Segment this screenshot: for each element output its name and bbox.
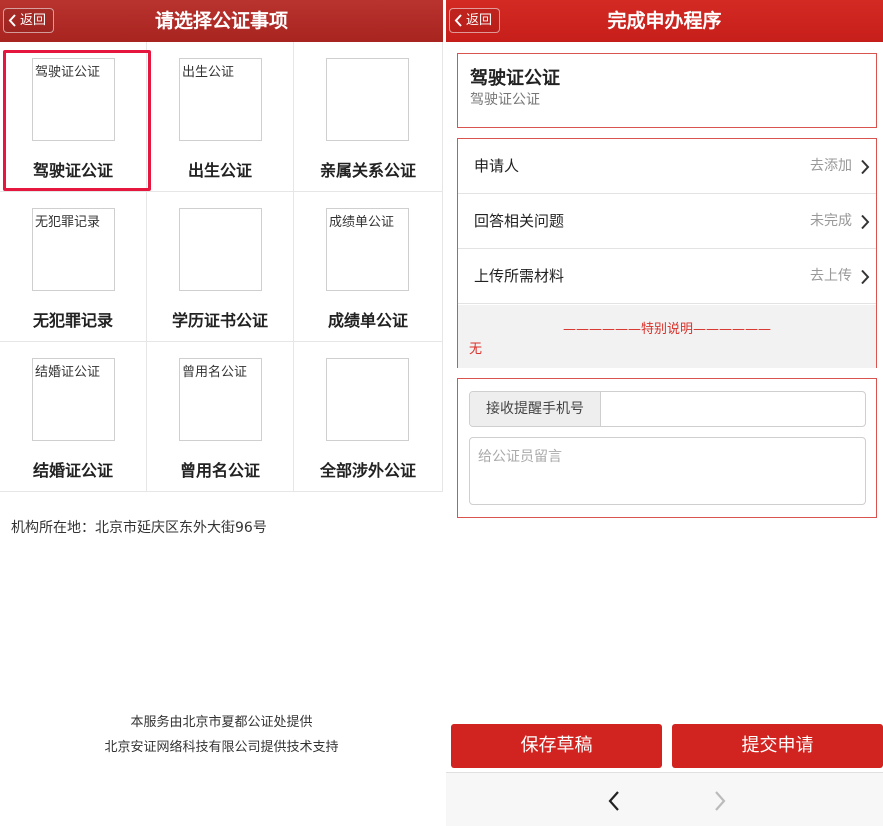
application-steps: 申请人 去添加 回答相关问题 未完成 上传所需材料 去上传 ——————特别说明… [457,138,877,368]
chevron-left-icon[interactable] [601,787,629,815]
step-status: 未完成 [810,213,852,229]
save-draft-button[interactable]: 保存草稿 [451,724,662,768]
step-label: 上传所需材料 [474,267,565,285]
submit-application-button[interactable]: 提交申请 [672,724,883,768]
item-label: 学历证书公证 [171,311,268,330]
phone-input[interactable] [602,392,865,426]
message-to-notary-input[interactable] [469,437,866,505]
item-thumbnail [179,208,262,291]
thumbnail-text: 出生公证 [182,65,235,80]
step-row-applicant[interactable]: 申请人 去添加 [458,139,876,194]
item-thumbnail: 无犯罪记录 [32,208,115,291]
thumbnail-text: 结婚证公证 [35,365,101,380]
step-status: 去上传 [810,268,852,284]
thumbnail-text: 无犯罪记录 [35,215,101,230]
application-process-screen: 返回 完成申办程序 驾驶证公证 驾驶证公证 申请人 去添加 回答相关问题 未完成… [446,0,883,826]
item-label: 出生公证 [187,161,252,180]
selected-item-title: 驾驶证公证 [470,68,560,89]
step-row-upload-materials[interactable]: 上传所需材料 去上传 [458,249,876,304]
grid-item-birth[interactable]: 出生公证 出生公证 [147,42,294,192]
item-label: 无犯罪记录 [32,311,113,330]
step-row-questions[interactable]: 回答相关问题 未完成 [458,194,876,249]
contact-section: 接收提醒手机号 [457,378,877,518]
notice-header: ——————特别说明—————— [562,322,771,337]
special-notice: ——————特别说明—————— 无 [458,305,876,368]
selected-item-subtitle: 驾驶证公证 [470,92,540,108]
grid-item-marriage[interactable]: 结婚证公证 结婚证公证 [0,342,147,492]
office-address: 机构所在地：北京市延庆区东外大街96号 [11,520,267,536]
chevron-right-icon[interactable] [705,787,733,815]
thumbnail-text: 驾驶证公证 [35,65,101,80]
step-label: 回答相关问题 [474,212,565,230]
chevron-right-icon [861,159,870,175]
chevron-right-icon [861,214,870,230]
page-title: 完成申办程序 [607,10,722,32]
notary-item-picker-screen: 返回 请选择公证事项 驾驶证公证 驾驶证公证 出生公证 出生公证 亲属关系公证 … [0,0,443,826]
item-thumbnail [326,358,409,441]
item-label: 亲属关系公证 [319,161,416,180]
grid-item-transcript[interactable]: 成绩单公证 成绩单公证 [294,192,443,342]
grid-item-former-name[interactable]: 曾用名公证 曾用名公证 [147,342,294,492]
top-bar: 返回 请选择公证事项 [0,0,443,42]
footer-tech-support: 北京安证网络科技有限公司提供技术支持 [104,740,339,755]
notice-body: 无 [469,342,483,357]
phone-label: 接收提醒手机号 [470,392,601,426]
item-label: 驾驶证公证 [32,161,113,180]
item-thumbnail [326,58,409,141]
selected-item-card: 驾驶证公证 驾驶证公证 [457,53,877,128]
top-bar: 返回 完成申办程序 [446,0,883,42]
chevron-right-icon [861,269,870,285]
item-label: 曾用名公证 [179,461,260,480]
notary-item-grid: 驾驶证公证 驾驶证公证 出生公证 出生公证 亲属关系公证 无犯罪记录 无犯罪记录 [0,42,443,494]
step-label: 申请人 [474,157,520,175]
grid-item-no-criminal-record[interactable]: 无犯罪记录 无犯罪记录 [0,192,147,342]
grid-item-kinship[interactable]: 亲属关系公证 [294,42,443,192]
step-status: 去添加 [810,158,852,174]
item-thumbnail: 成绩单公证 [326,208,409,291]
item-thumbnail: 结婚证公证 [32,358,115,441]
browser-bottom-nav [446,772,883,826]
item-label: 成绩单公证 [327,311,408,330]
thumbnail-text: 成绩单公证 [329,215,395,230]
footer-service-provider: 本服务由北京市夏都公证处提供 [130,715,313,730]
item-label: 结婚证公证 [32,461,113,480]
grid-item-diploma[interactable]: 学历证书公证 [147,192,294,342]
thumbnail-text: 曾用名公证 [182,365,248,380]
item-label: 全部涉外公证 [319,461,416,480]
grid-item-driving-license[interactable]: 驾驶证公证 驾驶证公证 [0,42,151,192]
item-thumbnail: 驾驶证公证 [32,58,115,141]
phone-input-group: 接收提醒手机号 [469,391,866,427]
page-title: 请选择公证事项 [154,10,288,32]
item-thumbnail: 出生公证 [179,58,262,141]
grid-item-all-foreign[interactable]: 全部涉外公证 [294,342,443,492]
item-thumbnail: 曾用名公证 [179,358,262,441]
